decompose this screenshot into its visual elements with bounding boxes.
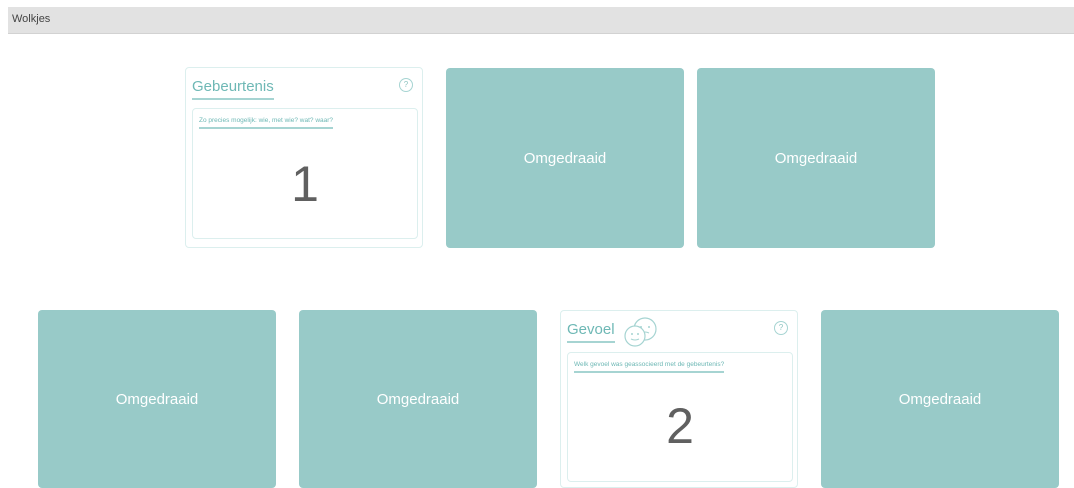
flipped-card[interactable]: Omgedraaid [697,68,935,248]
flipped-card[interactable]: Omgedraaid [821,310,1059,488]
faces-icon [621,315,661,352]
card-title: Gevoel [567,321,615,343]
card-content: Welk gevoel was geassocieerd met de gebe… [567,352,793,482]
flipped-card-label: Omgedraaid [523,149,607,167]
flipped-card[interactable]: Omgedraaid [38,310,276,488]
help-icon[interactable]: ? [399,78,413,92]
flipped-card-label: Omgedraaid [376,390,460,408]
flipped-card[interactable]: Omgedraaid [299,310,537,488]
card-title: Gebeurtenis [192,78,274,100]
card-number: 1 [291,156,319,212]
card-content: Zo precies mogelijk: wie, met wie? wat? … [192,108,418,239]
card-number: 2 [666,398,694,454]
flipped-card[interactable]: Omgedraaid [446,68,684,248]
card-gebeurtenis[interactable]: Gebeurtenis ? Zo precies mogelijk: wie, … [185,67,423,248]
window-titlebar: Wolkjes [8,7,1074,34]
card-prompt: Zo precies mogelijk: wie, met wie? wat? … [199,117,334,129]
flipped-card-label: Omgedraaid [898,390,982,408]
card-gevoel[interactable]: Gevoel ? Welk gevoel was geassocieerd me… [560,310,798,488]
window-title: Wolkjes [12,13,51,25]
help-icon[interactable]: ? [774,321,788,335]
flipped-card-label: Omgedraaid [774,149,858,167]
flipped-card-label: Omgedraaid [115,390,199,408]
card-prompt: Welk gevoel was geassocieerd met de gebe… [574,361,725,373]
